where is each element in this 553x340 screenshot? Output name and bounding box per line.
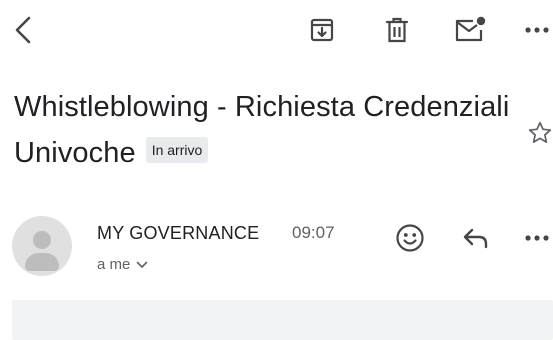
delete-button[interactable] (379, 12, 415, 48)
more-options-button[interactable] (522, 12, 553, 48)
message-more-options-button[interactable] (522, 220, 553, 256)
recipient-label: a me (97, 256, 131, 273)
star-button[interactable] (526, 117, 553, 149)
subject-block: Whistleblowing - Richiesta Credenziali U… (14, 84, 514, 176)
archive-icon (310, 18, 334, 42)
smiley-icon (396, 224, 424, 252)
message-body (12, 300, 553, 340)
chevron-down-icon (136, 261, 148, 269)
add-reaction-button[interactable] (392, 220, 428, 256)
back-button[interactable] (6, 12, 40, 48)
recipient-toggle[interactable]: a me (97, 255, 148, 275)
person-avatar-icon (33, 231, 51, 249)
message-time: 09:07 (292, 223, 335, 242)
mark-unread-button[interactable] (451, 12, 491, 48)
more-horizontal-icon (525, 27, 549, 33)
sender-name[interactable]: MY GOVERNANCE (97, 222, 259, 244)
archive-button[interactable] (304, 12, 340, 48)
mail-unread-icon (455, 16, 486, 42)
sender-avatar[interactable] (12, 216, 72, 276)
reply-button[interactable] (458, 220, 494, 256)
chevron-left-icon (15, 16, 31, 44)
email-subject: Whistleblowing - Richiesta Credenziali U… (14, 91, 510, 169)
trash-icon (385, 17, 409, 43)
reply-icon (463, 228, 488, 249)
star-outline-icon (528, 121, 552, 143)
top-toolbar (0, 0, 553, 62)
label-badge-inbox[interactable]: In arrivo (145, 137, 209, 163)
sender-row: MY GOVERNANCE 09:07 a me (0, 210, 553, 282)
more-horizontal-icon (525, 235, 549, 241)
